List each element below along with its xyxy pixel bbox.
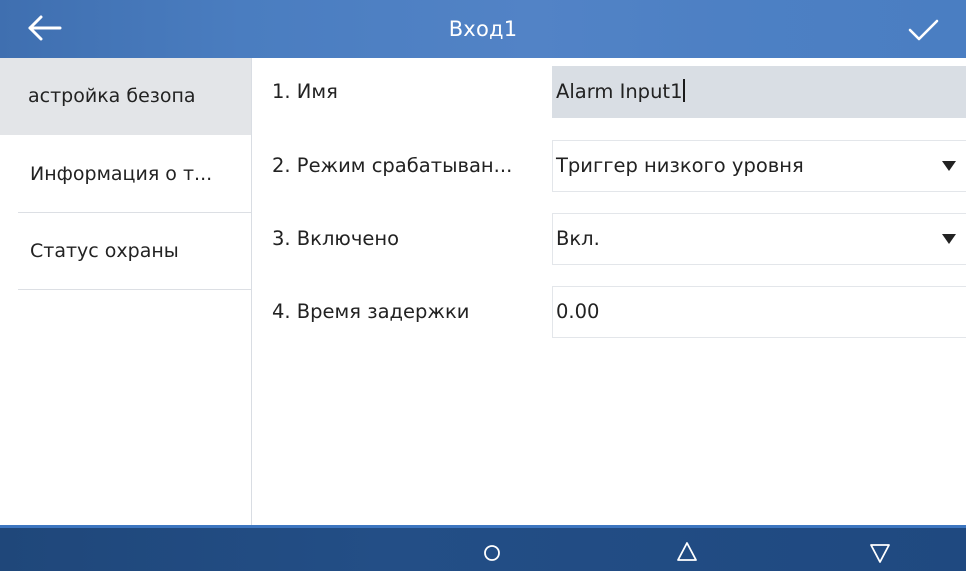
sidebar-menu: астройка безопа Информация о т... Статус… [0, 58, 252, 525]
enabled-label: 3. Включено [272, 227, 400, 250]
enabled-value: Вкл. [556, 227, 600, 250]
sidebar-item-security-settings[interactable]: астройка безопа [0, 58, 251, 135]
screen: Вход1 астройка безопа Информация о т... … [0, 0, 966, 571]
bottom-nav-bar [0, 525, 966, 571]
settings-form: 1. Имя Alarm Input1 2. Режим срабатыван.… [252, 58, 966, 525]
confirm-button[interactable] [906, 12, 940, 46]
trigger-mode-select[interactable]: Триггер низкого уровня [552, 140, 966, 192]
sidebar-item-label: Информация о т... [30, 163, 213, 185]
form-row-trigger-mode: 2. Режим срабатыван... Триггер низкого у… [252, 140, 966, 192]
page-up-button[interactable] [667, 534, 707, 568]
up-triangle-icon [677, 542, 697, 561]
name-value: Alarm Input1 [556, 80, 683, 103]
trigger-mode-label: 2. Режим срабатыван... [272, 154, 513, 177]
name-input[interactable]: Alarm Input1 [552, 66, 966, 118]
menu-divider [18, 289, 251, 290]
page-title: Вход1 [448, 17, 518, 41]
trigger-mode-value: Триггер низкого уровня [556, 154, 804, 177]
sidebar-item-arm-status[interactable]: Статус охраны [0, 213, 251, 290]
dropdown-arrow-icon [942, 234, 956, 244]
checkmark-icon [908, 19, 939, 41]
name-label: 1. Имя [272, 80, 338, 103]
down-triangle-icon [870, 544, 890, 563]
sidebar-item-label: астройка безопа [28, 85, 196, 107]
sidebar-item-info[interactable]: Информация о т... [0, 136, 251, 213]
form-row-enabled: 3. Включено Вкл. [252, 213, 966, 265]
delay-input[interactable]: 0.00 [552, 286, 966, 338]
home-circle-icon [484, 545, 500, 561]
dropdown-arrow-icon [942, 161, 956, 171]
home-button[interactable] [472, 534, 512, 568]
text-cursor [683, 79, 686, 102]
enabled-select[interactable]: Вкл. [552, 213, 966, 265]
form-row-name: 1. Имя Alarm Input1 [252, 66, 966, 118]
form-row-delay: 4. Время задержки 0.00 [252, 286, 966, 338]
delay-label: 4. Время задержки [272, 300, 470, 323]
title-bar: Вход1 [0, 0, 966, 58]
delay-value: 0.00 [556, 300, 600, 323]
page-down-button[interactable] [860, 534, 900, 568]
sidebar-item-label: Статус охраны [30, 240, 179, 262]
